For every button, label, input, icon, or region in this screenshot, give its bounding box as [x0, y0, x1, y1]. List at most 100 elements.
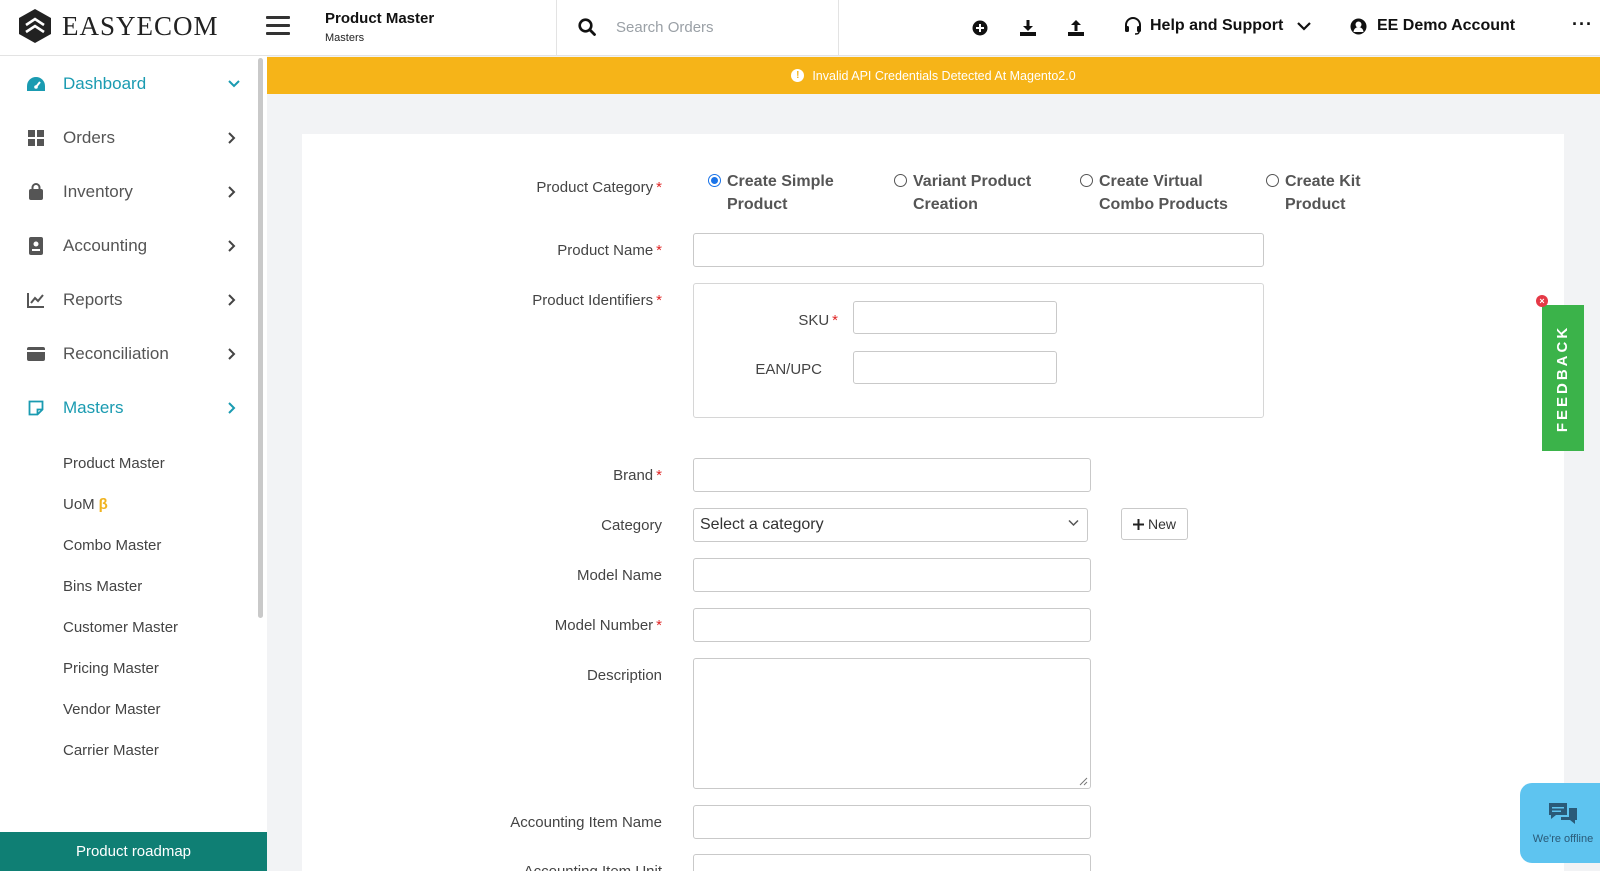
feedback-tab[interactable]: FEEDBACK — [1542, 305, 1584, 451]
accounting-item-unit-input[interactable] — [693, 854, 1091, 871]
dashboard-icon — [26, 74, 46, 94]
model-name-label: Model Name — [576, 567, 662, 584]
sidebar-subitem-pricing-master[interactable]: Pricing Master — [63, 660, 159, 677]
chevron-right-icon — [228, 186, 236, 198]
sidebar-subitem-vendor-master[interactable]: Vendor Master — [63, 701, 161, 718]
upload-icon[interactable] — [1066, 18, 1086, 38]
note-icon — [26, 398, 46, 418]
download-icon[interactable] — [1018, 18, 1038, 38]
sidebar-item-label: Dashboard — [63, 74, 147, 93]
chart-icon — [26, 290, 46, 310]
product-name-label: Product Name * — [557, 242, 662, 259]
accounting-item-unit-label: Accounting Item Unit — [302, 863, 662, 871]
sidebar-item-label: Masters — [63, 398, 124, 417]
sidebar-item-label: Reconciliation — [63, 344, 169, 363]
sidebar-subitem-uom[interactable]: UoM β — [63, 496, 108, 513]
accounting-item-name-label: Accounting Item Name — [510, 814, 662, 831]
wallet-icon — [26, 344, 46, 364]
search-input[interactable] — [616, 18, 816, 36]
user-circle-icon — [1350, 18, 1367, 34]
category-select[interactable]: Select a category — [693, 508, 1088, 542]
logo-text: EASYECOM — [62, 10, 219, 41]
ledger-icon — [26, 236, 46, 256]
sidebar-item-inventory[interactable]: Inventory — [0, 172, 255, 212]
top-bar: EASYECOM Product Master Masters Help and… — [0, 0, 1600, 56]
brand-input[interactable] — [693, 458, 1091, 492]
model-number-input[interactable] — [693, 608, 1091, 642]
model-name-input[interactable] — [693, 558, 1091, 592]
radio-unselected-icon — [1266, 174, 1279, 187]
chevron-right-icon — [228, 240, 236, 252]
sidebar-subitem-customer-master[interactable]: Customer Master — [63, 619, 178, 636]
product-roadmap-button[interactable]: Product roadmap — [0, 832, 267, 871]
feedback-close-icon[interactable]: × — [1536, 295, 1548, 307]
sidebar-item-accounting[interactable]: Accounting — [0, 226, 255, 266]
alert-text: Invalid API Credentials Detected At Mage… — [812, 68, 1076, 83]
sidebar-subitem-bins-master[interactable]: Bins Master — [63, 578, 142, 595]
category-label: Category — [601, 517, 662, 534]
chat-status: We're offline — [1532, 833, 1594, 845]
model-number-label: Model Number * — [554, 617, 662, 634]
sidebar-scrollbar[interactable] — [258, 58, 263, 618]
sidebar-item-label: Accounting — [63, 236, 148, 255]
brand-label: Brand * — [613, 467, 662, 484]
product-identifiers-label: Product Identifiers * — [532, 292, 662, 309]
search-bar — [578, 18, 816, 36]
chevron-right-icon — [228, 132, 236, 144]
sidebar-item-orders[interactable]: Orders — [0, 118, 255, 158]
chevron-down-icon — [228, 80, 240, 88]
ean-upc-input[interactable] — [853, 351, 1057, 384]
sidebar-item-dashboard[interactable]: Dashboard — [0, 64, 255, 104]
feedback-label: FEEDBACK — [1554, 324, 1572, 432]
plus-circle-icon[interactable] — [970, 18, 990, 38]
sidebar-subitem-label: UoM — [63, 496, 95, 513]
page-title: Product Master — [325, 10, 435, 27]
sidebar-item-label: Reports — [63, 290, 123, 309]
accounting-item-name-input[interactable] — [693, 805, 1091, 839]
page-title-block: Product Master Masters — [325, 10, 434, 44]
chevron-down-icon — [1297, 22, 1312, 31]
menu-toggle-button[interactable] — [266, 16, 290, 36]
sidebar-subitem-carrier-master[interactable]: Carrier Master — [63, 742, 159, 759]
radio-variant-product-creation[interactable]: Variant Product Creation — [894, 170, 1031, 216]
sidebar-item-reconciliation[interactable]: Reconciliation — [0, 334, 255, 374]
sidebar-item-reports[interactable]: Reports — [0, 280, 255, 320]
radio-selected-icon — [708, 174, 721, 187]
sidebar: Dashboard Orders Inventory Accounting Re… — [0, 56, 267, 871]
radio-create-kit-product[interactable]: Create Kit Product — [1266, 170, 1361, 216]
radio-create-virtual-combo-products[interactable]: Create Virtual Combo Products — [1080, 170, 1228, 216]
description-textarea[interactable] — [693, 658, 1091, 789]
sidebar-subitem-combo-master[interactable]: Combo Master — [63, 537, 161, 554]
chevron-right-icon — [228, 348, 236, 360]
plus-icon — [1132, 518, 1144, 530]
help-and-support-menu[interactable]: Help and Support — [1124, 17, 1312, 35]
product-category-label: Product Category * — [536, 179, 662, 196]
sidebar-item-masters[interactable]: Masters — [0, 388, 255, 428]
resize-handle-icon[interactable] — [1079, 777, 1088, 786]
radio-create-simple-product[interactable]: Create Simple Product — [708, 170, 834, 216]
ean-upc-label: EAN/UPC — [755, 361, 822, 378]
sidebar-item-label: Orders — [63, 128, 115, 147]
sidebar-item-label: Inventory — [63, 182, 133, 201]
divider — [838, 0, 839, 56]
chat-widget[interactable]: We're offline — [1520, 783, 1600, 863]
sku-input[interactable] — [853, 301, 1057, 334]
logo[interactable]: EASYECOM — [18, 8, 219, 44]
beta-badge: β — [98, 496, 108, 513]
chevron-right-icon — [228, 402, 236, 414]
product-form-card: Product Category * Create Simple Product V… — [302, 134, 1564, 871]
alert-icon: ! — [791, 69, 805, 82]
chevron-down-icon — [1068, 519, 1079, 527]
bag-icon — [26, 182, 46, 202]
product-name-input[interactable] — [693, 233, 1264, 267]
new-category-button[interactable]: New — [1121, 508, 1188, 540]
product-identifiers-box: SKU * EAN/UPC — [693, 283, 1264, 418]
sidebar-subitem-product-master[interactable]: Product Master — [63, 455, 165, 472]
description-label: Description — [586, 667, 662, 684]
search-icon[interactable] — [578, 18, 596, 36]
radio-unselected-icon — [1080, 174, 1093, 187]
breadcrumb[interactable]: Masters — [325, 32, 434, 44]
divider — [556, 0, 557, 56]
account-menu[interactable]: EE Demo Account — [1350, 17, 1515, 35]
more-options-button[interactable]: ··· — [1572, 14, 1593, 35]
